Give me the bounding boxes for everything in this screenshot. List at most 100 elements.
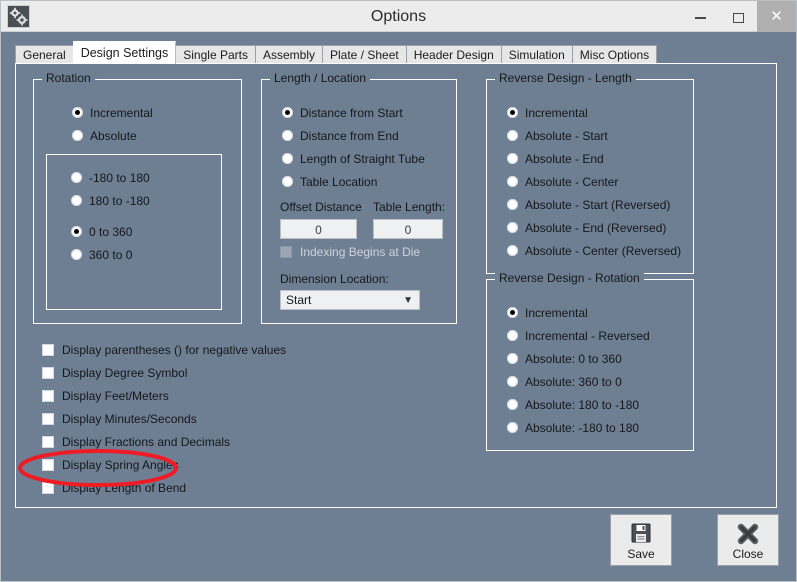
radio-rdl-absolute-end-reversed[interactable]: Absolute - End (Reversed)	[507, 220, 666, 236]
radio-indicator	[71, 226, 82, 237]
radio-indicator	[507, 399, 518, 410]
radio-indicator	[507, 130, 518, 141]
checkbox-label: Indexing Begins at Die	[300, 245, 420, 259]
gears-icon	[7, 5, 30, 28]
tab-strip: General Design Settings Single Parts Ass…	[15, 45, 656, 65]
dimension-location-select[interactable]: Start ▼	[280, 290, 420, 310]
radio-label: 360 to 0	[89, 248, 132, 262]
radio-rdr-absolute-0-360[interactable]: Absolute: 0 to 360	[507, 351, 622, 367]
length-location-group: Length / Location Distance from Start Di…	[261, 79, 457, 324]
radio-rdl-incremental[interactable]: Incremental	[507, 105, 588, 121]
checkbox-display-length-of-bend[interactable]: Display Length of Bend	[42, 480, 186, 496]
checkbox-display-feet-meters[interactable]: Display Feet/Meters	[42, 388, 169, 404]
radio-distance-from-end[interactable]: Distance from End	[282, 128, 399, 144]
radio-range-360-0[interactable]: 360 to 0	[71, 247, 132, 263]
close-button[interactable]: Close	[717, 514, 779, 566]
checkbox-label: Display Fractions and Decimals	[62, 435, 230, 449]
radio-range-neg180-180[interactable]: -180 to 180	[71, 170, 150, 186]
checkbox-indicator	[42, 482, 54, 494]
radio-indicator	[71, 172, 82, 183]
radio-indicator	[507, 245, 518, 256]
radio-distance-from-start[interactable]: Distance from Start	[282, 105, 403, 121]
radio-rdr-incremental-reversed[interactable]: Incremental - Reversed	[507, 328, 650, 344]
radio-length-of-straight-tube[interactable]: Length of Straight Tube	[282, 151, 425, 167]
radio-label: Absolute: 0 to 360	[525, 352, 622, 366]
table-length-label: Table Length:	[373, 200, 445, 214]
radio-label: Absolute: -180 to 180	[525, 421, 639, 435]
checkbox-display-fractions-decimals[interactable]: Display Fractions and Decimals	[42, 434, 230, 450]
tab-design-settings[interactable]: Design Settings	[73, 41, 177, 64]
radio-indicator	[507, 222, 518, 233]
save-button-label: Save	[611, 547, 671, 561]
tab-simulation[interactable]: Simulation	[501, 45, 573, 64]
radio-label: -180 to 180	[89, 171, 150, 185]
options-window: Options ✕ General Design Settings Single…	[0, 0, 797, 582]
radio-range-180-neg180[interactable]: 180 to -180	[71, 193, 150, 209]
dimension-location-value: Start	[286, 291, 311, 310]
rotation-group-label: Rotation	[42, 71, 95, 85]
radio-indicator	[507, 176, 518, 187]
x-mark-icon	[718, 521, 778, 547]
tab-assembly[interactable]: Assembly	[255, 45, 323, 64]
radio-rotation-absolute[interactable]: Absolute	[72, 128, 137, 144]
maximize-icon	[733, 13, 744, 23]
radio-rdr-absolute-neg180-180[interactable]: Absolute: -180 to 180	[507, 420, 639, 436]
radio-label: Length of Straight Tube	[300, 152, 425, 166]
radio-rotation-incremental[interactable]: Incremental	[72, 105, 153, 121]
reverse-design-rotation-group: Reverse Design - Rotation Incremental In…	[486, 279, 694, 451]
radio-rdr-incremental[interactable]: Incremental	[507, 305, 588, 321]
radio-rdl-absolute-start[interactable]: Absolute - Start	[507, 128, 608, 144]
checkbox-indicator	[42, 459, 54, 471]
minimize-button[interactable]	[681, 1, 719, 32]
checkbox-indexing-begins-at-die[interactable]: Indexing Begins at Die	[280, 244, 420, 260]
radio-rdl-absolute-center[interactable]: Absolute - Center	[507, 174, 618, 190]
radio-label: Absolute - End (Reversed)	[525, 221, 666, 235]
radio-indicator	[71, 195, 82, 206]
tab-plate-sheet[interactable]: Plate / Sheet	[322, 45, 407, 64]
radio-indicator	[507, 107, 518, 118]
radio-label: Absolute - Start	[525, 129, 608, 143]
offset-distance-input[interactable]: 0	[280, 219, 357, 239]
radio-rdl-absolute-start-reversed[interactable]: Absolute - Start (Reversed)	[507, 197, 670, 213]
radio-rdr-absolute-180-neg180[interactable]: Absolute: 180 to -180	[507, 397, 639, 413]
radio-label: Incremental	[90, 106, 153, 120]
checkbox-display-degree-symbol[interactable]: Display Degree Symbol	[42, 365, 187, 381]
checkbox-indicator	[42, 413, 54, 425]
checkbox-label: Display Minutes/Seconds	[62, 412, 197, 426]
checkbox-label: Display Length of Bend	[62, 481, 186, 495]
radio-indicator	[72, 107, 83, 118]
tab-single-parts[interactable]: Single Parts	[175, 45, 256, 64]
reverse-design-rotation-label: Reverse Design - Rotation	[495, 271, 644, 285]
radio-indicator	[72, 130, 83, 141]
radio-label: Absolute - Center	[525, 175, 618, 189]
maximize-button[interactable]	[719, 1, 757, 32]
reverse-design-length-label: Reverse Design - Length	[495, 71, 636, 85]
radio-range-0-360[interactable]: 0 to 360	[71, 224, 132, 240]
radio-label: 0 to 360	[89, 225, 132, 239]
radio-label: Absolute: 180 to -180	[525, 398, 639, 412]
dimension-location-label: Dimension Location:	[280, 272, 389, 286]
table-length-input[interactable]: 0	[373, 219, 443, 239]
rotation-range-box: -180 to 180 180 to -180 0 to 360 360 to …	[46, 154, 222, 310]
radio-rdr-absolute-360-0[interactable]: Absolute: 360 to 0	[507, 374, 622, 390]
radio-label: Distance from Start	[300, 106, 403, 120]
tab-misc-options[interactable]: Misc Options	[572, 45, 657, 64]
checkbox-display-minutes-seconds[interactable]: Display Minutes/Seconds	[42, 411, 197, 427]
radio-rdl-absolute-center-reversed[interactable]: Absolute - Center (Reversed)	[507, 243, 681, 259]
chevron-down-icon: ▼	[403, 291, 413, 310]
radio-indicator	[507, 153, 518, 164]
radio-table-location[interactable]: Table Location	[282, 174, 377, 190]
checkbox-display-spring-angles[interactable]: Display Spring Angles	[42, 457, 179, 473]
tab-header-design[interactable]: Header Design	[406, 45, 502, 64]
rotation-group: Rotation Incremental Absolute -180 to 18…	[33, 79, 242, 324]
checkbox-display-parentheses[interactable]: Display parentheses () for negative valu…	[42, 342, 286, 358]
radio-rdl-absolute-end[interactable]: Absolute - End	[507, 151, 604, 167]
radio-indicator	[507, 376, 518, 387]
close-window-button[interactable]: ✕	[757, 1, 796, 32]
tab-general[interactable]: General	[15, 45, 74, 64]
save-button[interactable]: Save	[610, 514, 672, 566]
radio-label: Incremental - Reversed	[525, 329, 650, 343]
radio-label: Incremental	[525, 306, 588, 320]
radio-label: Incremental	[525, 106, 588, 120]
checkbox-label: Display Degree Symbol	[62, 366, 187, 380]
